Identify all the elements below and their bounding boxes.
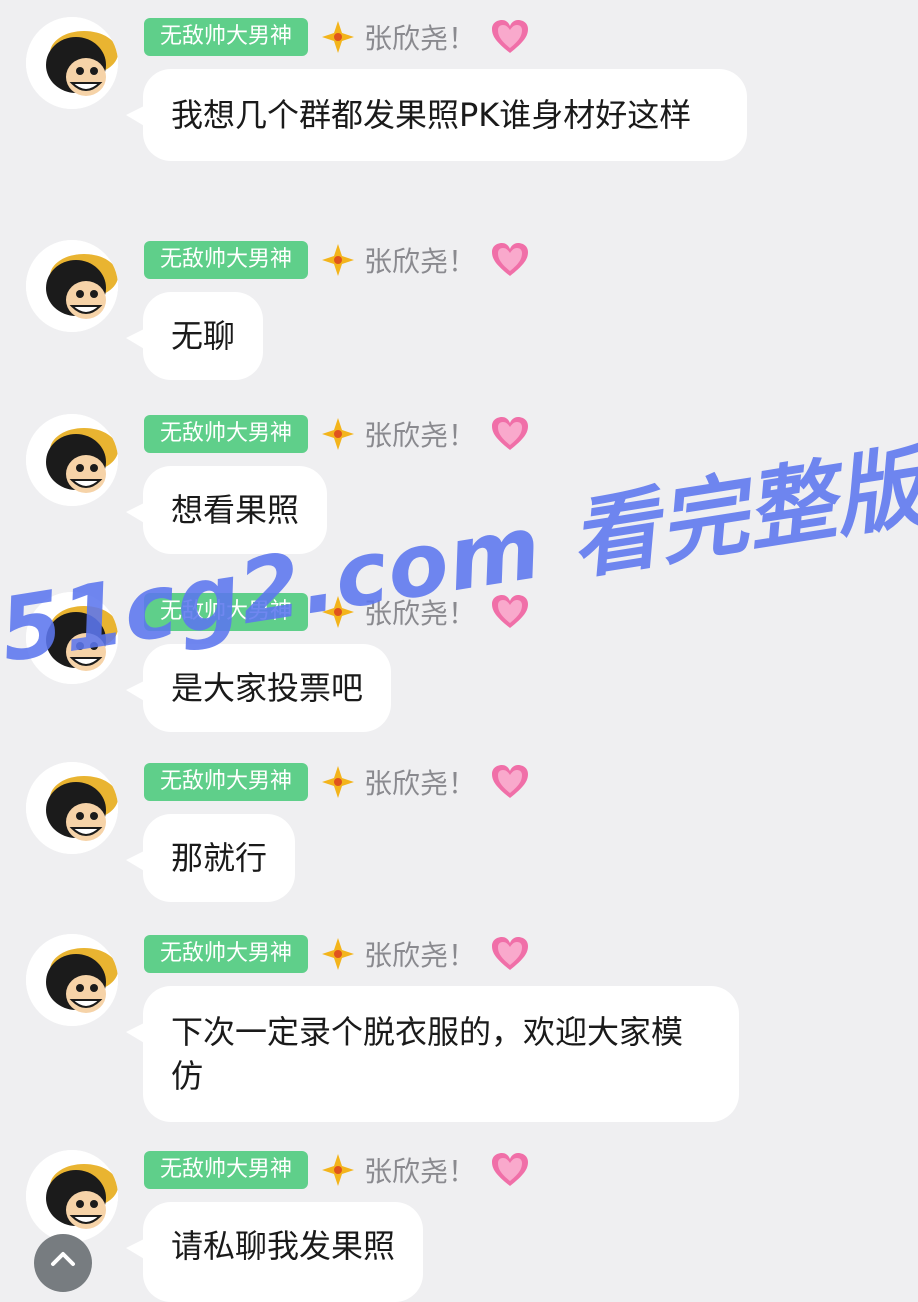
- message-text: 是大家投票吧: [171, 669, 364, 707]
- username[interactable]: 张欣尧！: [364, 934, 476, 974]
- sender-meta: 无敌帅大男神 张欣尧！: [144, 762, 530, 802]
- pink-heart-icon: [490, 415, 530, 453]
- pink-heart-icon: [490, 935, 530, 973]
- title-badge: 无敌帅大男神: [144, 18, 309, 56]
- message-bubble[interactable]: 下次一定录个脱衣服的，欢迎大家模仿: [143, 986, 739, 1122]
- cartoon-straw-hat-avatar-icon: [26, 762, 118, 854]
- message-text: 我想几个群都发果照PK谁身材好这样: [171, 96, 692, 134]
- sender-meta: 无敌帅大男神 张欣尧！: [144, 934, 530, 974]
- avatar[interactable]: [26, 1150, 118, 1242]
- sparkle-star-icon: [320, 19, 356, 55]
- message-bubble[interactable]: 请私聊我发果照: [143, 1202, 424, 1302]
- sparkle-star-icon: [320, 936, 356, 972]
- title-badge: 无敌帅大男神: [144, 241, 309, 279]
- message-text: 那就行: [171, 839, 268, 877]
- title-badge: 无敌帅大男神: [144, 763, 309, 801]
- message-bubble[interactable]: 那就行: [143, 814, 296, 902]
- sparkle-star-icon: [320, 242, 356, 278]
- title-badge: 无敌帅大男神: [144, 415, 309, 453]
- pink-heart-icon: [490, 1151, 530, 1189]
- message-text: 请私聊我发果照: [171, 1227, 396, 1265]
- username[interactable]: 张欣尧！: [364, 240, 476, 280]
- sender-meta: 无敌帅大男神 张欣尧！: [144, 1150, 530, 1190]
- sender-meta: 无敌帅大男神 张欣尧！: [144, 240, 530, 280]
- chevron-up-icon: [51, 1252, 75, 1266]
- sender-meta: 无敌帅大男神 张欣尧！: [144, 17, 530, 57]
- pink-heart-icon: [490, 18, 530, 56]
- avatar[interactable]: [26, 414, 118, 506]
- avatar[interactable]: [26, 240, 118, 332]
- sparkle-star-icon: [320, 1152, 356, 1188]
- sender-meta: 无敌帅大男神 张欣尧！: [144, 414, 530, 454]
- cartoon-straw-hat-avatar-icon: [26, 240, 118, 332]
- sparkle-star-icon: [320, 416, 356, 452]
- pink-heart-icon: [490, 763, 530, 801]
- message-bubble[interactable]: 无聊: [143, 292, 264, 380]
- scroll-to-top-button[interactable]: [34, 1234, 92, 1292]
- cartoon-straw-hat-avatar-icon: [26, 934, 118, 1026]
- pink-heart-icon: [490, 241, 530, 279]
- cartoon-straw-hat-avatar-icon: [26, 17, 118, 109]
- title-badge: 无敌帅大男神: [144, 1151, 309, 1189]
- avatar[interactable]: [26, 762, 118, 854]
- avatar[interactable]: [26, 17, 118, 109]
- cartoon-straw-hat-avatar-icon: [26, 414, 118, 506]
- username[interactable]: 张欣尧！: [364, 17, 476, 57]
- username[interactable]: 张欣尧！: [364, 414, 476, 454]
- message-text: 下次一定录个脱衣服的，欢迎大家模仿: [171, 1013, 684, 1095]
- sparkle-star-icon: [320, 764, 356, 800]
- username[interactable]: 张欣尧！: [364, 762, 476, 802]
- cartoon-straw-hat-avatar-icon: [26, 1150, 118, 1242]
- avatar[interactable]: [26, 934, 118, 1026]
- message-bubble[interactable]: 我想几个群都发果照PK谁身材好这样: [143, 69, 747, 161]
- message-text: 无聊: [171, 317, 236, 355]
- title-badge: 无敌帅大男神: [144, 935, 309, 973]
- username[interactable]: 张欣尧！: [364, 1150, 476, 1190]
